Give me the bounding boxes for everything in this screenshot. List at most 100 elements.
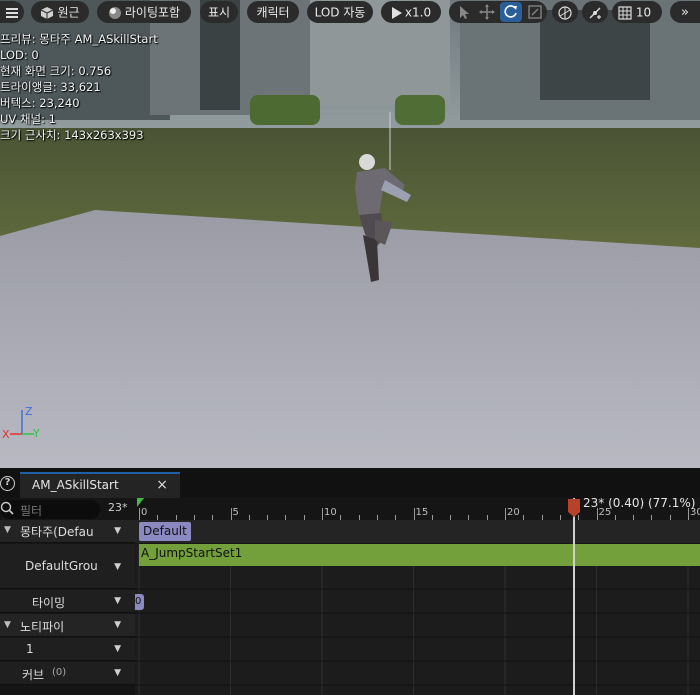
curves-label: 커브 (22, 668, 45, 682)
chevron-down-icon[interactable]: ▼ (114, 620, 121, 630)
lod-label: LOD 자동 (314, 5, 366, 20)
group-label: DefaultGroup (25, 559, 97, 573)
character-button[interactable]: 캐릭터 (247, 1, 299, 23)
viewport[interactable]: 원근 라이팅포함 표시 캐릭터 LOD 자동 x1.0 10 » 프리뷰: 몽타… (0, 0, 700, 468)
track-list: 필터 23* ▼ 몽타주(Defau ▼ DefaultGroup ▼ 타이밍 … (0, 498, 135, 695)
playspeed-button[interactable]: x1.0 (381, 1, 441, 23)
montage-slot-label: 몽타주(Defau (20, 525, 94, 539)
lighting-button[interactable]: 라이팅포함 (97, 1, 191, 23)
current-frame-indicator: 23* (108, 501, 128, 514)
stat-approx-size: 크기 근사치: 143x263x393 (0, 128, 144, 142)
lod-button[interactable]: LOD 자동 (307, 1, 373, 23)
snap-button[interactable] (582, 1, 608, 23)
grid-icon (618, 5, 632, 20)
ruler-tick-label: 15 (415, 507, 429, 518)
grid-snap-button[interactable]: 10 (612, 1, 662, 23)
hamburger-icon (6, 7, 18, 18)
rotate-tool[interactable] (500, 2, 522, 22)
cube-icon (41, 6, 54, 19)
axis-x-label: X (2, 428, 10, 441)
scale-icon (528, 5, 542, 19)
ruler-tick-label: 10 (324, 507, 337, 518)
chevron-down-icon[interactable]: ▼ (114, 644, 121, 654)
perspective-button[interactable]: 원근 (31, 1, 89, 23)
grid-snap-value: 10 (635, 5, 652, 20)
filter-placeholder: 필터 (20, 504, 43, 518)
playhead-label: 23* (0.40) (77.1%) (583, 498, 696, 510)
ruler-tick-label: 0 (141, 507, 148, 518)
filter-input[interactable]: 필터 (0, 500, 100, 519)
notify-label: 노티파이 (20, 620, 65, 634)
show-button[interactable]: 표시 (200, 1, 238, 23)
double-chevron-right-icon: » (681, 5, 689, 20)
montage-section-track: Default (135, 520, 700, 543)
ruler-tick-label: 5 (232, 507, 239, 518)
notify-track-label: 1 (26, 642, 34, 656)
move-tool[interactable] (476, 2, 498, 22)
transform-tools (449, 1, 547, 23)
anim-segment-track: A_JumpStartSet1 (135, 544, 700, 589)
viewport-stats: 프리뷰: 몽타주 AM_ASkillStart LOD: 0 현재 화면 크기:… (0, 31, 158, 143)
row-notify[interactable]: ▼ 노티파이 ▼ (0, 614, 135, 637)
chevron-down-icon[interactable]: ▼ (114, 668, 121, 678)
playspeed-label: x1.0 (404, 5, 432, 20)
row-default-group[interactable]: DefaultGroup ▼ (0, 544, 135, 589)
timing-track: 0 (135, 590, 700, 613)
montage-panel: ? AM_ASkillStart × 필터 23* ▼ 몽타주(Defau ▼ … (0, 468, 700, 695)
stat-lod: LOD: 0 (0, 48, 39, 62)
close-icon[interactable]: × (156, 477, 168, 493)
stat-preview: 프리뷰: 몽타주 AM_ASkillStart (0, 32, 158, 46)
row-notify-track[interactable]: 1 ▼ (0, 638, 135, 661)
character-model[interactable] (345, 110, 425, 290)
show-label: 표시 (207, 5, 231, 20)
move-icon (479, 4, 495, 20)
chevron-down-icon[interactable]: ▼ (114, 526, 121, 536)
character-label: 캐릭터 (256, 5, 290, 20)
lit-sphere-icon (108, 6, 121, 19)
playhead-handle[interactable] (567, 498, 581, 518)
local-space-icon (558, 5, 572, 20)
stat-uv-channels: UV 채널: 1 (0, 112, 56, 126)
section-default[interactable]: Default (139, 522, 191, 541)
stat-triangles: 트라이앵글: 33,621 (0, 80, 101, 94)
stat-screen-size: 현재 화면 크기: 0.756 (0, 64, 112, 78)
anim-segment[interactable]: A_JumpStartSet1 (139, 544, 700, 566)
row-montage[interactable]: ▼ 몽타주(Defau ▼ (0, 520, 135, 543)
playhead[interactable] (573, 498, 575, 695)
row-curves[interactable]: 커브 (0) ▼ (0, 662, 135, 685)
axis-z-label: Z (25, 405, 33, 418)
timeline[interactable]: 0 5 10 15 20 25 30 Default A_JumpStartSet1 0 2… (135, 498, 700, 695)
help-icon[interactable]: ? (0, 476, 15, 491)
scale-tool[interactable] (524, 2, 546, 22)
timing-label: 타이밍 (32, 596, 66, 610)
search-icon (0, 501, 14, 515)
perspective-label: 원근 (57, 5, 80, 20)
rotate-icon (504, 5, 517, 18)
row-timing[interactable]: 타이밍 ▼ (0, 590, 135, 613)
collapse-triangle-icon[interactable]: ▼ (4, 620, 11, 630)
start-marker (137, 498, 144, 507)
collapse-triangle-icon[interactable]: ▼ (4, 525, 11, 535)
timing-marker[interactable]: 0 (135, 594, 144, 610)
axis-y-label: Y (33, 427, 40, 440)
snap-icon (589, 7, 601, 19)
curves-count: (0) (52, 667, 67, 678)
ruler-tick (413, 508, 415, 520)
play-icon (391, 6, 402, 19)
ruler-tick (505, 508, 506, 520)
tab-label: AM_ASkillStart (32, 478, 119, 492)
ruler-tick (230, 508, 232, 520)
tab-bar: ? AM_ASkillStart × (0, 468, 700, 498)
cursor-icon (460, 6, 469, 19)
chevron-down-icon[interactable]: ▼ (114, 596, 121, 606)
lighting-label: 라이팅포함 (124, 5, 181, 20)
viewport-menu-button[interactable] (0, 1, 24, 23)
stat-vertices: 버텍스: 23,240 (0, 96, 80, 110)
tab-montage[interactable]: AM_ASkillStart × (20, 472, 180, 498)
chevron-down-icon[interactable]: ▼ (114, 562, 121, 572)
more-options-button[interactable]: » (670, 1, 700, 23)
ruler-tick-label: 20 (507, 507, 520, 518)
select-tool[interactable] (452, 2, 474, 22)
ruler-tick (139, 508, 140, 520)
local-space-button[interactable] (552, 1, 578, 23)
